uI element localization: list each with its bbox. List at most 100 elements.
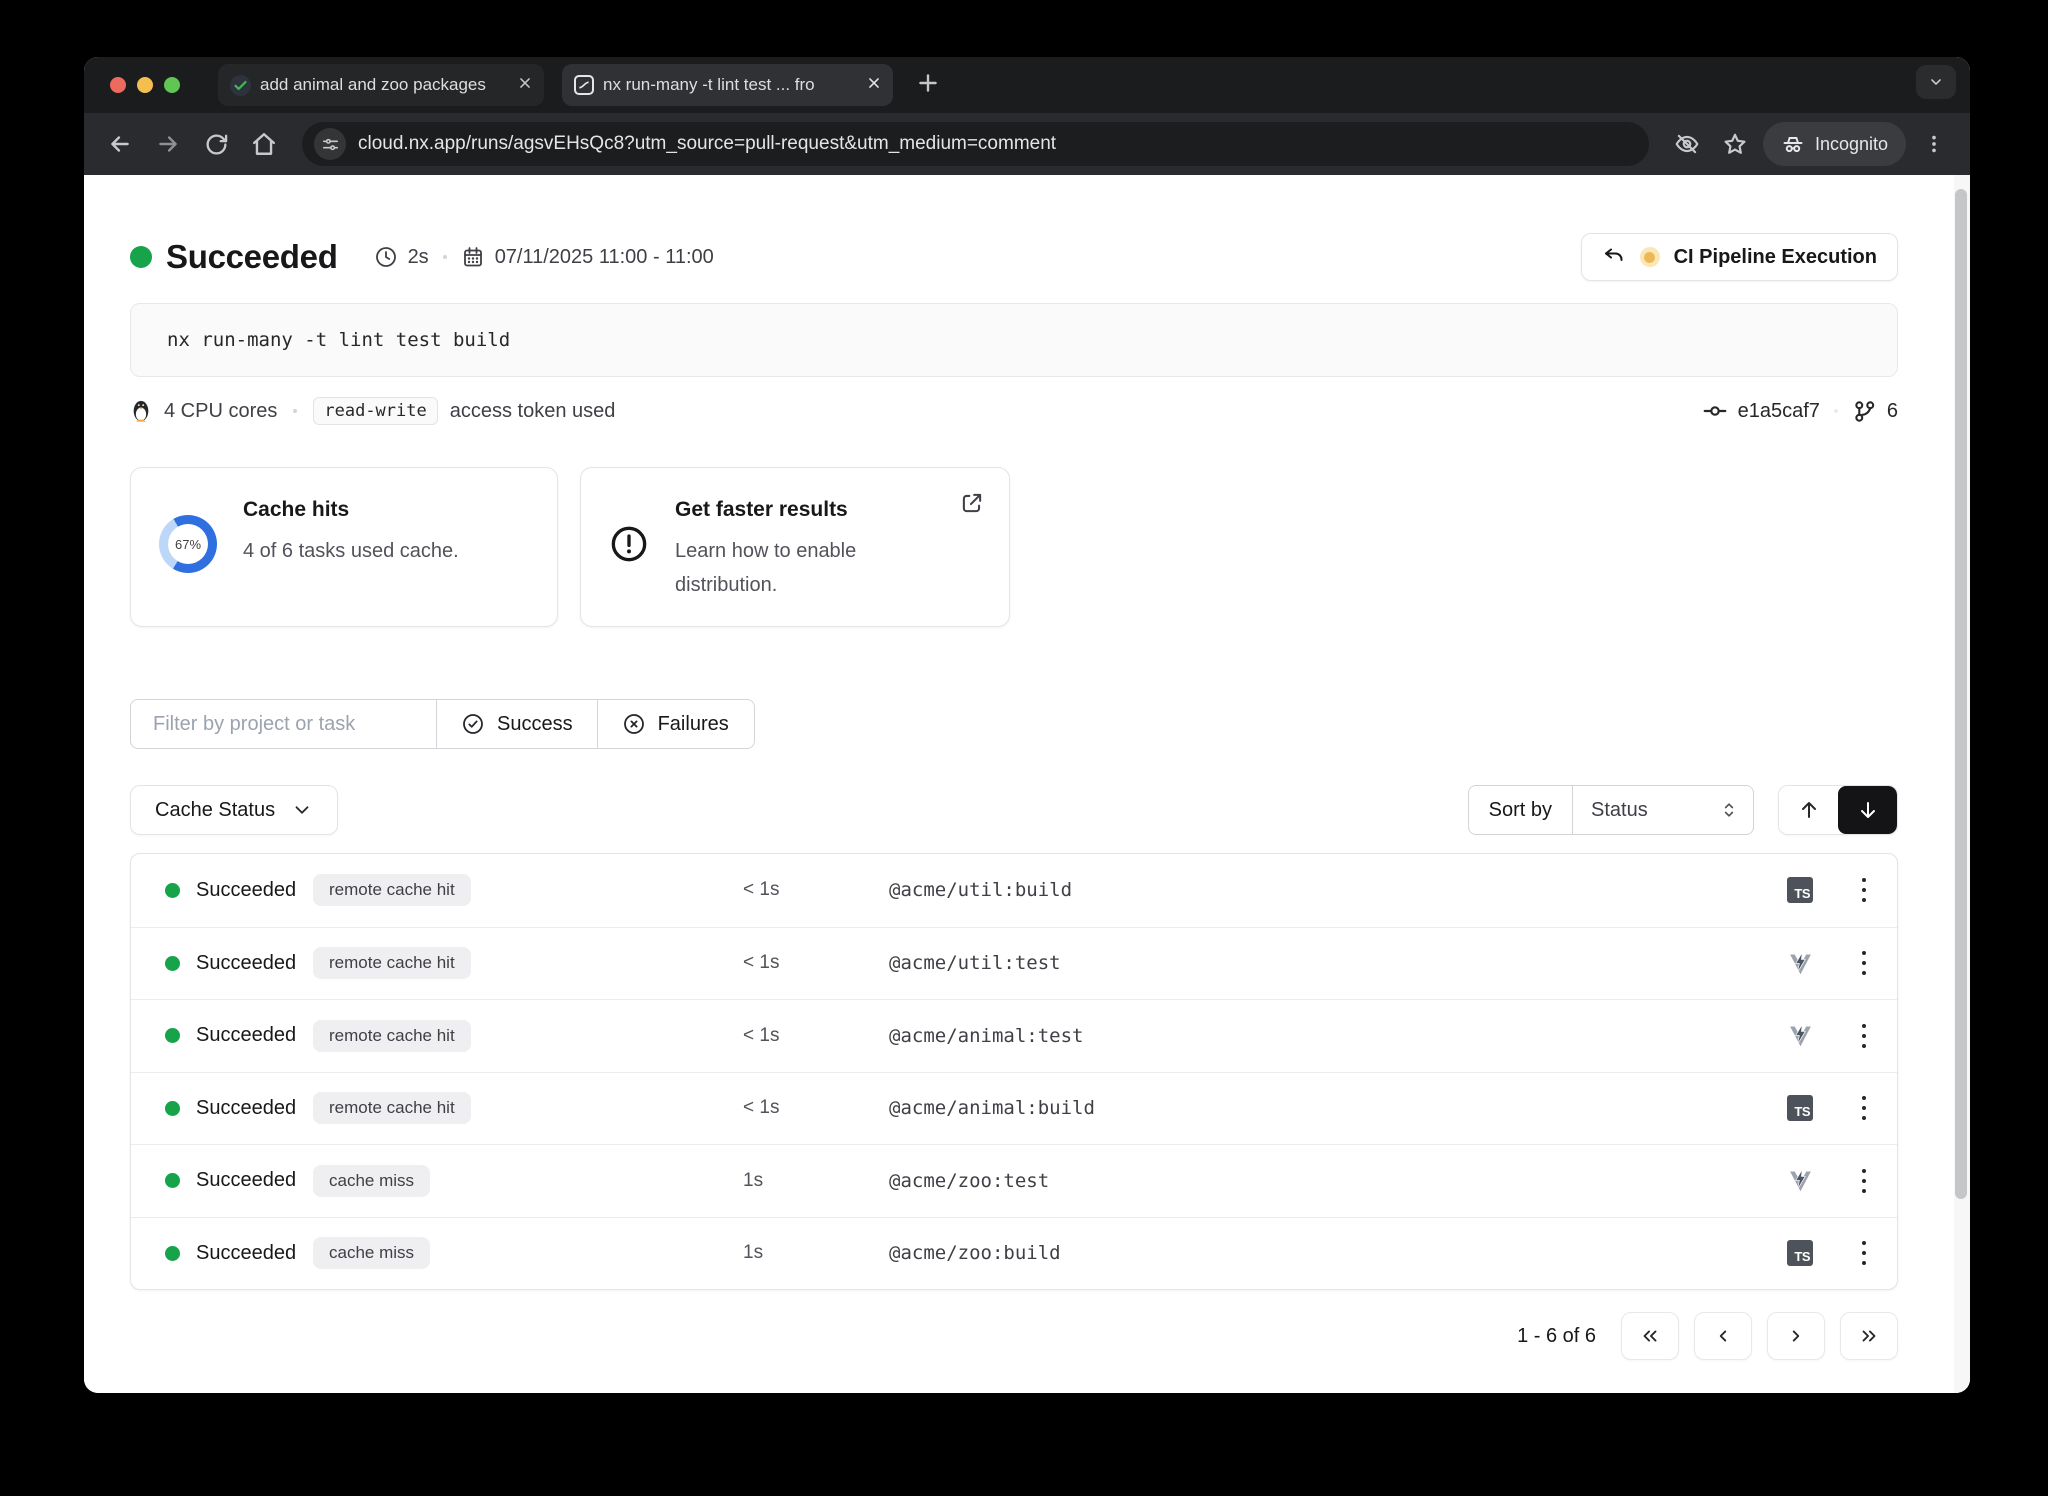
site-settings-icon[interactable]: [314, 128, 346, 160]
cache-hits-card[interactable]: 67% Cache hits 4 of 6 tasks used cache.: [130, 467, 558, 627]
pipeline-status-dot: [1640, 247, 1660, 267]
tab-search-button[interactable]: [1916, 65, 1956, 99]
sort-select[interactable]: Status: [1573, 786, 1753, 834]
row-status-dot: [165, 1101, 180, 1116]
tab-close-icon[interactable]: [518, 75, 532, 95]
arrow-up-icon: [1797, 798, 1821, 822]
reload-icon[interactable]: [196, 124, 236, 164]
forward-icon[interactable]: [148, 124, 188, 164]
task-duration: < 1s: [743, 879, 889, 901]
pagination: 1 - 6 of 6: [130, 1312, 1898, 1360]
row-status-dot: [165, 1173, 180, 1188]
first-page-button[interactable]: [1621, 1312, 1679, 1360]
back-icon[interactable]: [100, 124, 140, 164]
bookmark-star-icon[interactable]: [1715, 124, 1755, 164]
task-name[interactable]: @acme/zoo:build: [889, 1242, 1769, 1264]
next-page-button[interactable]: [1767, 1312, 1825, 1360]
task-name[interactable]: @acme/animal:build: [889, 1097, 1769, 1119]
sort-value: Status: [1591, 799, 1648, 822]
chevron-right-icon: [1785, 1325, 1807, 1347]
task-duration: < 1s: [743, 952, 889, 974]
x-circle-icon: [622, 712, 646, 736]
success-filter-chip[interactable]: Success: [436, 700, 597, 748]
tab-title: add animal and zoo packages: [260, 75, 509, 95]
eye-off-icon[interactable]: [1667, 124, 1707, 164]
task-row[interactable]: Succeeded remote cache hit < 1s @acme/an…: [131, 999, 1897, 1072]
external-link-icon[interactable]: [959, 490, 985, 521]
task-name[interactable]: @acme/animal:test: [889, 1025, 1769, 1047]
sort-descending-button[interactable]: [1838, 786, 1897, 834]
task-row[interactable]: Succeeded cache miss 1s @acme/zoo:build …: [131, 1217, 1897, 1290]
task-row[interactable]: Succeeded remote cache hit < 1s @acme/an…: [131, 1072, 1897, 1145]
row-menu-button[interactable]: [1831, 1169, 1897, 1193]
task-table: Succeeded remote cache hit < 1s @acme/ut…: [130, 853, 1898, 1290]
close-window-button[interactable]: [110, 77, 126, 93]
linux-penguin-icon: [130, 398, 152, 424]
zoom-window-button[interactable]: [164, 77, 180, 93]
kebab-menu-icon: [1862, 1096, 1866, 1120]
row-menu-button[interactable]: [1831, 951, 1897, 975]
url-bar[interactable]: cloud.nx.app/runs/agsvEHsQc8?utm_source=…: [302, 122, 1649, 166]
git-branch-icon: [1852, 399, 1877, 424]
row-status-dot: [165, 1246, 180, 1261]
clock-icon: [374, 245, 398, 269]
pagination-label: 1 - 6 of 6: [1517, 1325, 1596, 1348]
filter-input[interactable]: [131, 700, 436, 748]
vitest-icon: [1787, 950, 1814, 977]
task-row[interactable]: Succeeded remote cache hit < 1s @acme/ut…: [131, 927, 1897, 1000]
new-tab-button[interactable]: [915, 70, 941, 101]
cache-status-badge: remote cache hit: [313, 874, 471, 906]
typescript-icon: TS: [1787, 877, 1813, 903]
row-menu-button[interactable]: [1831, 1096, 1897, 1120]
commit-hash[interactable]: e1a5caf7: [1738, 400, 1820, 423]
row-status-dot: [165, 956, 180, 971]
github-check-favicon: [230, 75, 251, 96]
minimize-window-button[interactable]: [137, 77, 153, 93]
run-meta-row: 4 CPU cores read-write access token used…: [130, 397, 1898, 425]
filter-bar: Success Failures: [130, 699, 755, 749]
cache-status-badge: remote cache hit: [313, 1020, 471, 1052]
previous-page-button[interactable]: [1694, 1312, 1752, 1360]
incognito-icon: [1781, 132, 1805, 156]
task-duration: < 1s: [743, 1025, 889, 1047]
access-token-text: access token used: [450, 400, 616, 423]
tab-close-icon[interactable]: [867, 75, 881, 95]
run-status-title: Succeeded: [166, 238, 338, 276]
home-icon[interactable]: [244, 124, 284, 164]
cache-hit-donut: 67%: [148, 504, 227, 583]
task-row[interactable]: Succeeded cache miss 1s @acme/zoo:test: [131, 1144, 1897, 1217]
window-controls[interactable]: [110, 77, 180, 93]
sort-ascending-button[interactable]: [1779, 786, 1838, 834]
task-name[interactable]: @acme/zoo:test: [889, 1170, 1769, 1192]
last-page-button[interactable]: [1840, 1312, 1898, 1360]
tab-pull-request[interactable]: add animal and zoo packages: [218, 64, 544, 106]
task-row[interactable]: Succeeded remote cache hit < 1s @acme/ut…: [131, 854, 1897, 927]
row-menu-button[interactable]: [1831, 1024, 1897, 1048]
browser-menu-icon[interactable]: [1914, 124, 1954, 164]
browser-toolbar: cloud.nx.app/runs/agsvEHsQc8?utm_source=…: [84, 113, 1970, 175]
failures-filter-chip[interactable]: Failures: [597, 700, 753, 748]
command-text: nx run-many -t lint test build: [167, 329, 510, 351]
tab-nx-run[interactable]: nx run-many -t lint test ... fro: [562, 64, 893, 106]
kebab-menu-icon: [1862, 951, 1866, 975]
branch-count[interactable]: 6: [1887, 400, 1898, 423]
task-name[interactable]: @acme/util:build: [889, 879, 1769, 901]
cache-status-label: Cache Status: [155, 799, 275, 822]
cache-status-dropdown[interactable]: Cache Status: [130, 785, 338, 835]
incognito-badge[interactable]: Incognito: [1763, 122, 1906, 166]
tab-strip: add animal and zoo packages nx run-many …: [84, 57, 1970, 113]
row-menu-button[interactable]: [1831, 1241, 1897, 1265]
distribution-title: Get faster results: [675, 498, 856, 522]
row-status-label: Succeeded: [196, 1169, 296, 1192]
row-status-label: Succeeded: [196, 879, 296, 902]
ci-pipeline-execution-button[interactable]: CI Pipeline Execution: [1581, 233, 1898, 281]
cpu-cores-label: 4 CPU cores: [164, 400, 277, 423]
page-scrollbar-thumb[interactable]: [1955, 189, 1967, 1199]
calendar-icon: [461, 245, 485, 269]
command-box: nx run-many -t lint test build: [130, 303, 1898, 377]
row-menu-button[interactable]: [1831, 878, 1897, 902]
sort-control: Sort by Status: [1468, 785, 1754, 835]
distribution-card[interactable]: Get faster results Learn how to enabledi…: [580, 467, 1010, 627]
commit-icon: [1702, 398, 1728, 424]
task-name[interactable]: @acme/util:test: [889, 952, 1769, 974]
